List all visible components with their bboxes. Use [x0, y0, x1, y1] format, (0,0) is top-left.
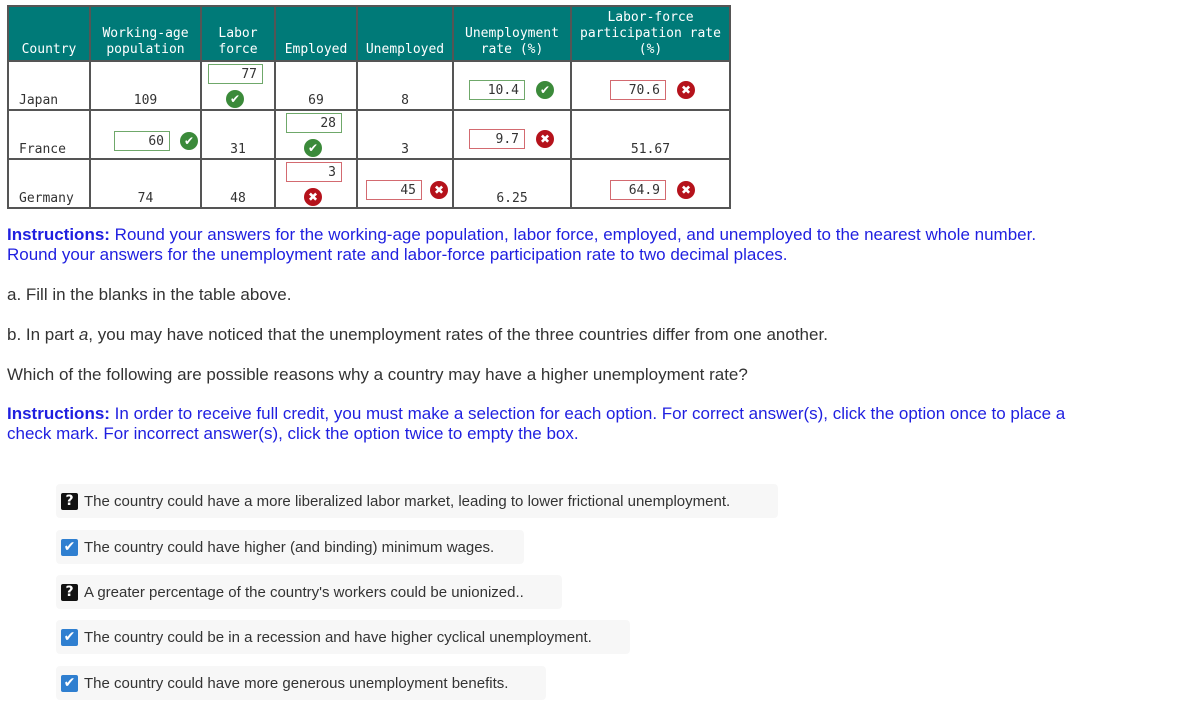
labor-force-input[interactable]: 77	[208, 64, 263, 84]
table-row-france: France 60 ✔ 31 28 ✔ 3 9.7 ✖ 51.67	[7, 109, 731, 160]
correct-check-icon: ✔	[180, 132, 198, 150]
labor-statistics-table: Country Working-age population Labor for…	[7, 5, 731, 209]
labor-force-cell: 48	[200, 158, 276, 209]
part-b-text: b. In part a, you may have noticed that …	[7, 325, 828, 344]
incorrect-x-icon: ✖	[677, 181, 695, 199]
option-label: The country could have a more liberalize…	[84, 492, 731, 510]
incorrect-x-icon: ✖	[536, 130, 554, 148]
option-recession-cyclical[interactable]: ✔ The country could be in a recession an…	[56, 620, 630, 654]
working-age-cell: 60 ✔	[89, 109, 202, 160]
option-unemployment-benefits[interactable]: ✔ The country could have more generous u…	[56, 666, 546, 700]
working-age-cell: 109	[89, 60, 202, 111]
header-working-age-population: Working-age population	[89, 5, 202, 62]
participation-rate-cell: 64.9 ✖	[570, 158, 731, 209]
unemployment-rate-cell: 10.4 ✔	[452, 60, 572, 111]
participation-rate-cell: 70.6 ✖	[570, 60, 731, 111]
header-country: Country	[7, 5, 91, 62]
table-row-germany: Germany 74 48 3 ✖ 45 ✖ 6.25 64.9 ✖	[7, 158, 731, 209]
incorrect-x-icon: ✖	[304, 188, 322, 206]
participation-rate-input[interactable]: 64.9	[610, 180, 666, 200]
country-cell: France	[7, 109, 91, 160]
unemployed-cell: 3	[356, 109, 454, 160]
employed-input[interactable]: 28	[286, 113, 342, 133]
country-cell: Japan	[7, 60, 91, 111]
option-minimum-wages[interactable]: ✔ The country could have higher (and bin…	[56, 530, 524, 564]
participation-rate-cell: 51.67	[570, 109, 731, 160]
checkbox-checked-icon: ✔	[61, 628, 78, 646]
question-mark-icon: ?	[61, 492, 78, 510]
working-age-cell: 74	[89, 158, 202, 209]
option-label: A greater percentage of the country's wo…	[84, 583, 524, 601]
option-label: The country could have higher (and bindi…	[84, 538, 495, 556]
question-text: Which of the following are possible reas…	[7, 365, 748, 384]
employed-cell: 28 ✔	[274, 109, 358, 160]
table-row-japan: Japan 109 77 ✔ 69 8 10.4 ✔ 70.6 ✖	[7, 60, 731, 111]
question-mark-icon: ?	[61, 583, 78, 601]
checkbox-checked-icon: ✔	[61, 674, 78, 692]
checkbox-checked-icon: ✔	[61, 538, 78, 556]
incorrect-x-icon: ✖	[430, 181, 448, 199]
rounding-instructions: Instructions: Round your answers for the…	[7, 225, 1037, 264]
employed-input[interactable]: 3	[286, 162, 342, 182]
incorrect-x-icon: ✖	[677, 81, 695, 99]
part-a-text: a. Fill in the blanks in the table above…	[7, 285, 292, 304]
employed-cell: 69	[274, 60, 358, 111]
correct-check-icon: ✔	[304, 139, 322, 157]
correct-check-icon: ✔	[536, 81, 554, 99]
country-cell: Germany	[7, 158, 91, 209]
labor-force-cell: 77 ✔	[200, 60, 276, 111]
unemployed-cell: 45 ✖	[356, 158, 454, 209]
working-age-input[interactable]: 60	[114, 131, 170, 151]
option-label: The country could be in a recession and …	[84, 628, 592, 646]
unemployed-cell: 8	[356, 60, 454, 111]
table-header-row: Country Working-age population Labor for…	[7, 5, 731, 62]
labor-force-cell: 31	[200, 109, 276, 160]
header-unemployment-rate: Unemployment rate (%)	[452, 5, 572, 62]
participation-rate-input[interactable]: 70.6	[610, 80, 666, 100]
header-labor-force: Labor force	[200, 5, 276, 62]
correct-check-icon: ✔	[226, 90, 244, 108]
header-labor-force-participation-rate: Labor-force participation rate (%)	[570, 5, 731, 62]
unemployment-rate-cell: 6.25	[452, 158, 572, 209]
unemployed-input[interactable]: 45	[366, 180, 422, 200]
selection-instructions: Instructions: In order to receive full c…	[7, 404, 1066, 443]
option-unionized-workers[interactable]: ? A greater percentage of the country's …	[56, 575, 562, 609]
employed-cell: 3 ✖	[274, 158, 358, 209]
header-employed: Employed	[274, 5, 358, 62]
unemployment-rate-input[interactable]: 10.4	[469, 80, 525, 100]
unemployment-rate-input[interactable]: 9.7	[469, 129, 525, 149]
unemployment-rate-cell: 9.7 ✖	[452, 109, 572, 160]
header-unemployed: Unemployed	[356, 5, 454, 62]
option-label: The country could have more generous une…	[84, 674, 509, 692]
option-liberalized-labor-market[interactable]: ? The country could have a more liberali…	[56, 484, 778, 518]
